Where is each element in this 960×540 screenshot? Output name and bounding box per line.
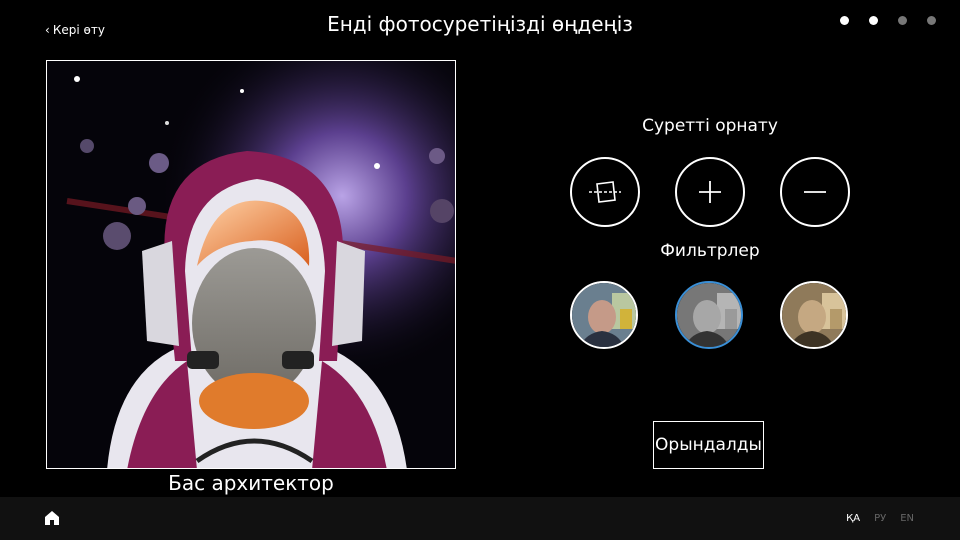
done-button[interactable]: Орындалды bbox=[653, 421, 764, 469]
zoom-in-icon bbox=[699, 181, 721, 203]
step-progress-indicator bbox=[840, 16, 936, 25]
zoom-out-button[interactable] bbox=[780, 157, 850, 227]
zoom-in-button[interactable] bbox=[675, 157, 745, 227]
filter-grayscale-thumbnail bbox=[677, 283, 741, 347]
adjust-photo-label: Суретті орнату bbox=[642, 116, 778, 136]
home-icon[interactable] bbox=[44, 510, 60, 526]
photo-preview[interactable] bbox=[46, 60, 456, 469]
crop-rotate-icon bbox=[589, 181, 621, 203]
language-switcher: ҚА РУ EN bbox=[846, 513, 914, 524]
progress-dot bbox=[898, 16, 907, 25]
crop-rotate-button[interactable] bbox=[570, 157, 640, 227]
language-option-ru[interactable]: РУ bbox=[874, 513, 886, 524]
filter-original-button[interactable] bbox=[570, 281, 638, 349]
progress-dot bbox=[840, 16, 849, 25]
astronaut-photo-illustration bbox=[47, 61, 455, 468]
filter-grayscale-button[interactable] bbox=[675, 281, 743, 349]
zoom-out-icon bbox=[804, 191, 826, 193]
progress-dot bbox=[927, 16, 936, 25]
filter-original-thumbnail bbox=[572, 283, 636, 347]
photo-caption: Бас архитектор bbox=[168, 471, 334, 495]
language-option-en[interactable]: EN bbox=[900, 513, 914, 524]
page-title: Енді фотосуретіңізді өңдеңіз bbox=[327, 12, 633, 36]
language-option-kk[interactable]: ҚА bbox=[846, 513, 860, 524]
filter-sepia-thumbnail bbox=[782, 283, 846, 347]
filters-label: Фильтрлер bbox=[660, 241, 760, 261]
bottom-bar: ҚА РУ EN bbox=[0, 497, 960, 540]
progress-dot bbox=[869, 16, 878, 25]
filter-sepia-button[interactable] bbox=[780, 281, 848, 349]
